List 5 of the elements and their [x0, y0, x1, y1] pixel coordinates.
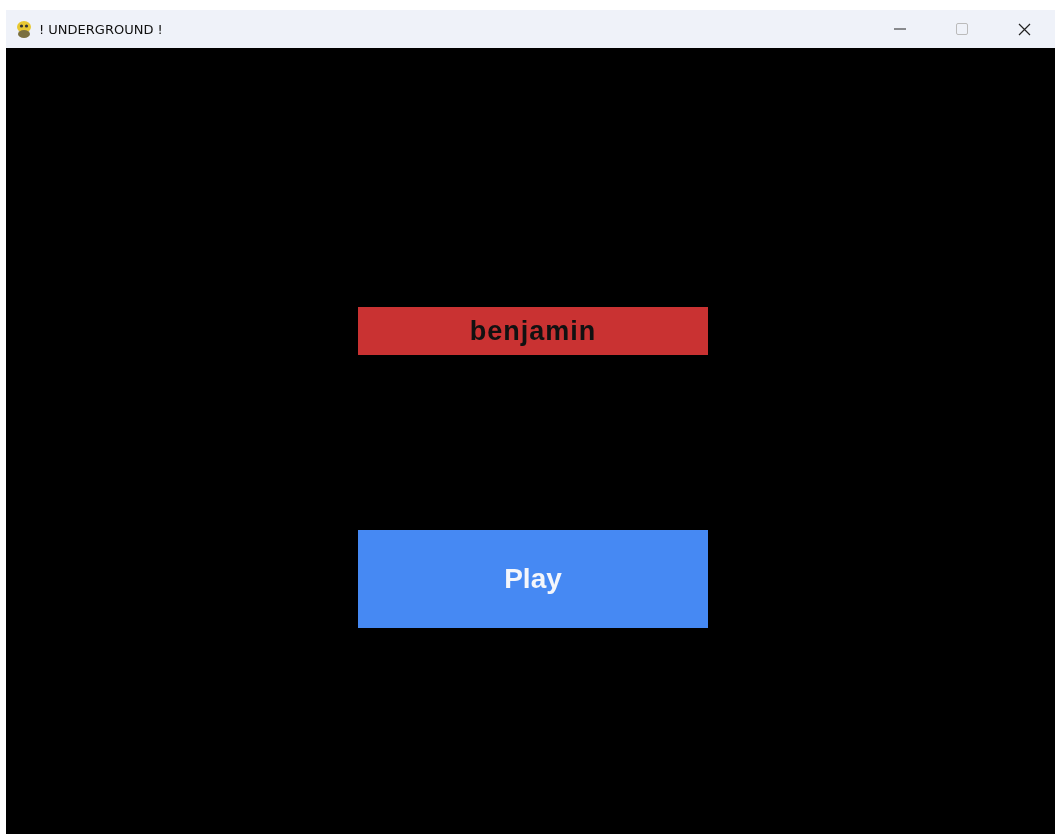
- play-button[interactable]: Play: [358, 530, 708, 628]
- window-title: ! UNDERGROUND !: [39, 21, 163, 37]
- name-field[interactable]: benjamin: [358, 307, 708, 355]
- maximize-icon[interactable]: [956, 23, 968, 35]
- close-icon[interactable]: [1017, 22, 1031, 36]
